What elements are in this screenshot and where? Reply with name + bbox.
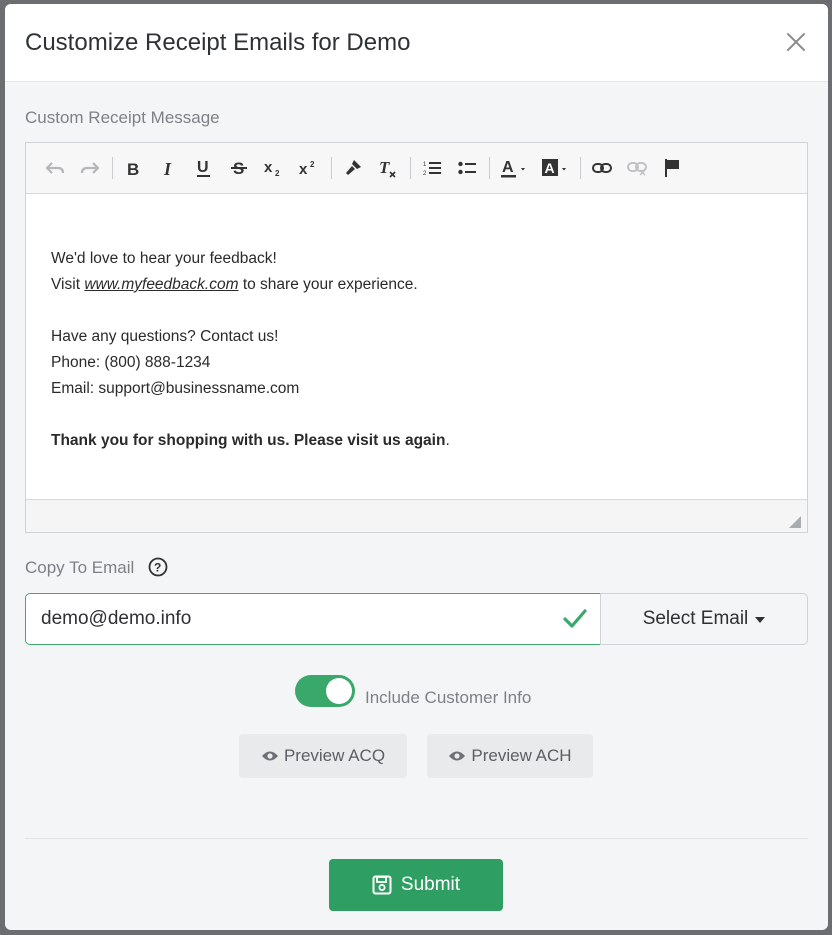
svg-text:I: I: [163, 160, 172, 176]
save-icon: [372, 875, 392, 895]
svg-text:2: 2: [310, 160, 315, 169]
modal-title: Customize Receipt Emails for Demo: [25, 29, 411, 56]
ordered-list-icon[interactable]: 12: [417, 153, 447, 183]
modal-header: Customize Receipt Emails for Demo: [5, 4, 828, 82]
caret-down-icon: [755, 617, 766, 623]
svg-text:1: 1: [423, 162, 427, 168]
copy-to-email-label: Copy To Email: [25, 558, 135, 577]
message-line: Visit www.myfeedback.com to share your e…: [51, 272, 782, 298]
strikethrough-icon[interactable]: S: [224, 153, 254, 183]
svg-text:U: U: [197, 159, 209, 176]
message-line: Email: support@businessname.com: [51, 380, 300, 397]
toolbar-separator: [410, 157, 411, 179]
toggle-knob: [326, 678, 352, 704]
clear-format-icon[interactable]: T: [373, 153, 403, 183]
include-customer-info-label: Include Customer Info: [365, 688, 532, 707]
select-email-label: Select Email: [642, 608, 749, 629]
eye-icon: [261, 751, 278, 761]
preview-acq-button[interactable]: Preview ACQ: [239, 734, 407, 778]
preview-ach-button[interactable]: Preview ACH: [427, 734, 593, 778]
anchor-flag-icon[interactable]: [657, 153, 687, 183]
svg-text:A: A: [545, 160, 555, 176]
toolbar-separator: [489, 157, 490, 179]
toolbar-separator: [331, 157, 332, 179]
rich-text-editor[interactable]: B I U S x2 x2 T 1 2 A A We'd love to hea…: [25, 142, 808, 533]
editor-statusbar: [26, 499, 807, 532]
message-text: .: [445, 432, 450, 449]
underline-icon[interactable]: U: [189, 153, 219, 183]
svg-text:A: A: [502, 159, 514, 176]
svg-text:2: 2: [275, 169, 280, 177]
bold-icon[interactable]: B: [119, 153, 149, 183]
svg-text:x: x: [299, 161, 308, 177]
svg-text:?: ?: [154, 561, 161, 575]
preview-ach-label: Preview ACH: [471, 746, 572, 765]
copy-to-email-input[interactable]: demo@demo.info: [25, 593, 601, 645]
text-color-icon[interactable]: A: [496, 153, 532, 183]
message-line: Phone: (800) 888-1234: [51, 354, 211, 371]
editor-toolbar: B I U S x2 x2 T 1 2 A A: [26, 143, 807, 194]
svg-text:x: x: [264, 159, 273, 176]
message-text: Visit: [51, 276, 85, 293]
close-icon[interactable]: [784, 30, 808, 54]
unlink-icon[interactable]: [622, 153, 652, 183]
toolbar-separator: [112, 157, 113, 179]
svg-text:2: 2: [423, 171, 427, 177]
footer-divider: [25, 838, 808, 839]
background-color-icon[interactable]: A: [537, 153, 573, 183]
submit-button[interactable]: Submit: [329, 859, 503, 911]
preview-acq-label: Preview ACQ: [283, 746, 386, 765]
question-circle-icon[interactable]: ?: [148, 557, 168, 577]
check-icon: [563, 608, 587, 630]
customize-receipt-modal: Customize Receipt Emails for Demo Custom…: [5, 4, 828, 930]
svg-text:T: T: [379, 158, 390, 177]
format-painter-icon[interactable]: [338, 153, 368, 183]
eye-icon: [449, 751, 466, 761]
message-bold-text: Thank you for shopping with us. Please v…: [51, 432, 446, 449]
feedback-link[interactable]: www.myfeedback.com: [84, 276, 238, 293]
custom-receipt-message-label: Custom Receipt Message: [25, 108, 220, 127]
select-email-dropdown[interactable]: Select Email: [600, 593, 808, 645]
unordered-list-icon[interactable]: [452, 153, 482, 183]
italic-icon[interactable]: I: [154, 153, 184, 183]
editor-content[interactable]: We'd love to hear your feedback! Visit w…: [26, 194, 807, 499]
undo-icon[interactable]: [40, 153, 70, 183]
message-line: We'd love to hear your feedback!: [51, 250, 277, 267]
superscript-icon[interactable]: x2: [294, 153, 324, 183]
toolbar-separator: [580, 157, 581, 179]
message-line: Thank you for shopping with us. Please v…: [51, 428, 782, 454]
resize-grip-icon[interactable]: [789, 515, 801, 528]
subscript-icon[interactable]: x2: [259, 153, 289, 183]
include-customer-info-toggle[interactable]: [295, 675, 355, 707]
submit-label: Submit: [400, 874, 461, 895]
redo-icon[interactable]: [75, 153, 105, 183]
svg-text:B: B: [127, 160, 139, 176]
message-line: Have any questions? Contact us!: [51, 328, 279, 345]
message-text: to share your experience.: [238, 276, 418, 293]
link-icon[interactable]: [587, 153, 617, 183]
